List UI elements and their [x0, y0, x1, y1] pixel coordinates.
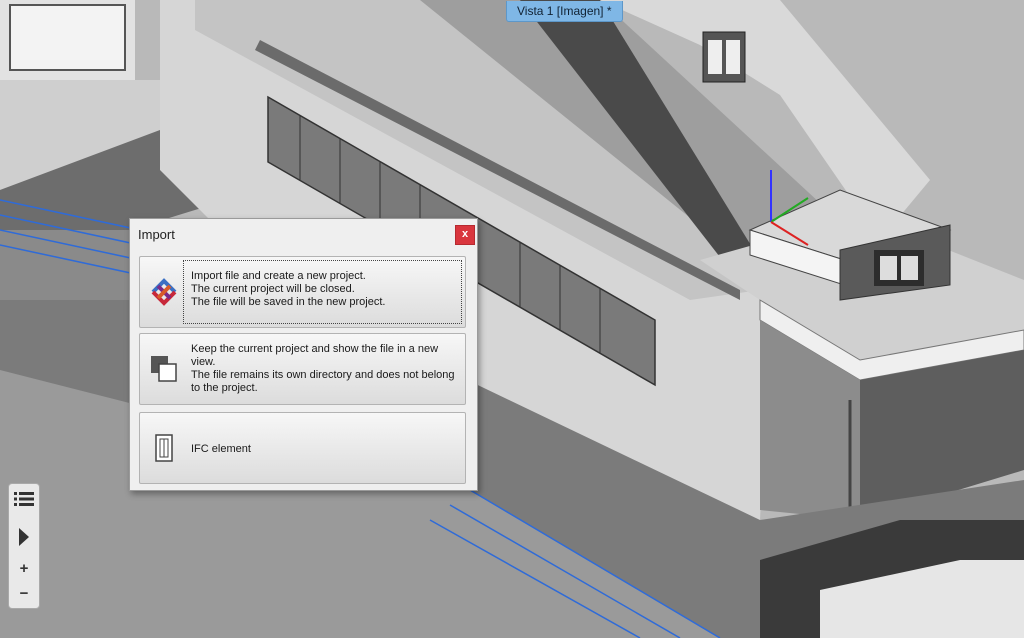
show-in-new-view-option[interactable]: Keep the current project and show the fi…: [139, 333, 466, 405]
navigation-bar: + −: [8, 483, 40, 609]
new-view-icon: [151, 356, 177, 382]
dialog-title: Import: [138, 227, 175, 242]
ifc-element-option[interactable]: IFC element: [139, 412, 466, 484]
ifc-element-icon: [155, 434, 173, 462]
view-tab[interactable]: Vista 1 [Imagen] *: [506, 1, 623, 22]
zoom-out-button[interactable]: −: [9, 581, 39, 607]
option-text: Import file and create a new project. Th…: [191, 270, 386, 308]
option-text: IFC element: [191, 443, 251, 455]
import-new-project-option[interactable]: Import file and create a new project. Th…: [139, 256, 466, 328]
list-menu-icon[interactable]: [9, 486, 39, 512]
import-dialog: Import x Import file and create a new pr…: [129, 218, 478, 491]
play-icon[interactable]: [9, 524, 39, 550]
zoom-in-button[interactable]: +: [9, 556, 39, 582]
ifc-logo-icon: [151, 278, 177, 306]
close-button[interactable]: x: [455, 225, 475, 245]
option-text: Keep the current project and show the fi…: [191, 343, 455, 394]
